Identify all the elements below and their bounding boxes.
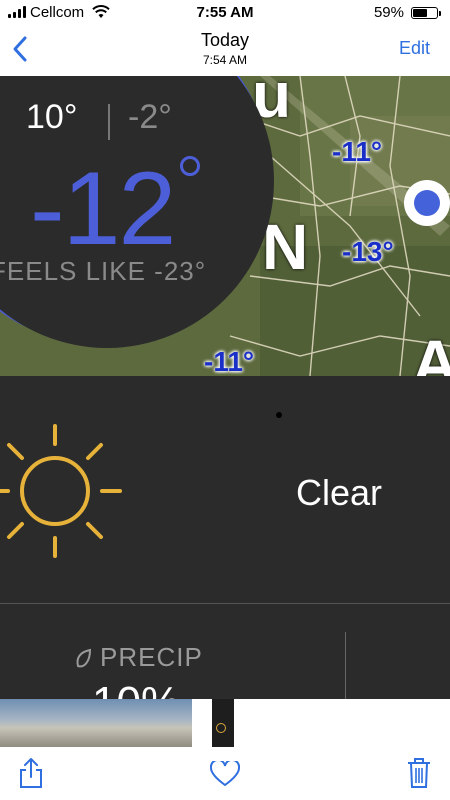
thumbnail[interactable]: [120, 699, 144, 747]
divider: [0, 603, 450, 604]
low-temp: -2°: [128, 98, 172, 136]
thumbnail[interactable]: [24, 699, 48, 747]
droplet-icon: [76, 648, 92, 668]
thumbnail[interactable]: [168, 699, 192, 747]
high-temp: 10°: [26, 98, 78, 136]
thumbnail-strip[interactable]: [0, 699, 450, 747]
feels-like: FEELS LIKE -23°: [0, 256, 207, 286]
map-letter: A: [412, 327, 450, 376]
trash-icon[interactable]: [406, 757, 432, 789]
thumbnail[interactable]: [144, 699, 168, 747]
degree-symbol: [180, 156, 200, 176]
location-dot-icon: [404, 180, 450, 226]
thumbnail[interactable]: [72, 699, 96, 747]
thumbnail-selected[interactable]: [212, 699, 234, 747]
battery-icon: [411, 7, 441, 19]
dust-speck: [276, 412, 282, 418]
battery-percent: 59%: [373, 4, 404, 21]
heart-icon[interactable]: [210, 761, 240, 787]
divider: [345, 632, 346, 699]
map-temp-label: -13°: [342, 236, 394, 267]
sun-icon: [0, 424, 122, 558]
precip-value: 10%: [92, 678, 180, 699]
nav-subtitle: 7:54 AM: [202, 53, 248, 67]
condition-text: Clear: [296, 472, 383, 513]
thumbnail[interactable]: [0, 699, 24, 747]
share-icon[interactable]: [18, 757, 44, 789]
edit-button[interactable]: Edit: [399, 38, 430, 59]
photo-view[interactable]: u N A -11° -13° -11° 10° -2° -12 FEELS L…: [0, 76, 450, 699]
divider: [108, 104, 110, 140]
nav-bar: Today 7:54 AM Edit: [0, 26, 450, 76]
status-bar: Cellcom 7:55 AM 59%: [0, 0, 450, 26]
thumbnail[interactable]: [48, 699, 72, 747]
condition-panel: Clear: [0, 392, 450, 602]
bottom-toolbar: [0, 747, 450, 800]
current-temp: -12: [30, 151, 176, 267]
map-temp-label: -11°: [332, 136, 383, 167]
panel-gap: [0, 376, 450, 392]
thumbnail[interactable]: [96, 699, 120, 747]
nav-title: Today: [200, 30, 250, 50]
precip-label: PRECIP: [100, 642, 203, 672]
map-temp-label: -11°: [204, 346, 255, 376]
